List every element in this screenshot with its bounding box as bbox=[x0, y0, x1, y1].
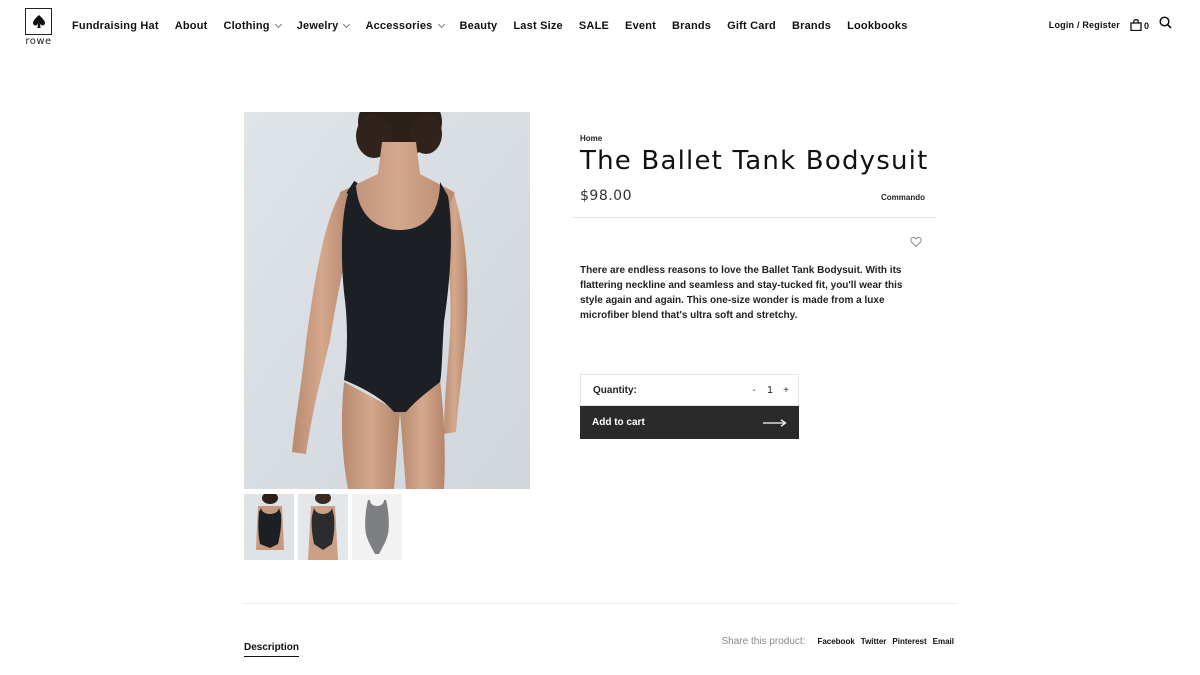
nav-label: Brands bbox=[791, 20, 832, 32]
add-to-cart-button[interactable]: Add to cart bbox=[580, 406, 799, 439]
search-button[interactable] bbox=[1159, 16, 1172, 34]
quantity-selector: Quantity: - 1 + bbox=[580, 374, 799, 406]
nav-label: Lookbooks bbox=[847, 20, 908, 32]
nav-item-jewelry[interactable]: Jewelry bbox=[296, 20, 351, 32]
cart-button[interactable]: 0 bbox=[1130, 19, 1149, 31]
nav-item-lookbooks[interactable]: Lookbooks bbox=[847, 20, 907, 32]
nav-label: Beauty bbox=[459, 20, 498, 32]
thumbnail-back[interactable] bbox=[298, 494, 348, 560]
nav-label: Gift Card bbox=[727, 20, 776, 32]
product-vendor[interactable]: Commando bbox=[881, 193, 925, 202]
share-email-link[interactable]: Email bbox=[933, 637, 954, 646]
quantity-input[interactable]: 1 bbox=[760, 385, 780, 396]
nav-item-event[interactable]: Event bbox=[625, 20, 656, 32]
nav-item-clothing[interactable]: Clothing bbox=[223, 20, 282, 32]
nav-label: SALE bbox=[578, 20, 610, 32]
spade-icon bbox=[25, 8, 52, 35]
main-nav: Fundraising Hat About Clothing Jewelry A… bbox=[72, 20, 924, 32]
nav-label: Brands bbox=[672, 20, 712, 32]
share-facebook-link[interactable]: Facebook bbox=[817, 637, 854, 646]
share-pinterest-link[interactable]: Pinterest bbox=[892, 637, 926, 646]
nav-label: Event bbox=[625, 20, 656, 32]
quantity-label: Quantity: bbox=[593, 384, 637, 396]
divider bbox=[572, 217, 936, 218]
nav-label: Jewelry bbox=[296, 20, 339, 32]
nav-item-brands-2[interactable]: Brands bbox=[792, 20, 831, 32]
quantity-stepper: - 1 + bbox=[748, 385, 792, 396]
divider bbox=[244, 603, 956, 604]
arrow-right-icon bbox=[763, 418, 787, 427]
wishlist-heart-icon[interactable] bbox=[910, 235, 922, 248]
nav-label: Clothing bbox=[223, 20, 270, 32]
nav-label: Accessories bbox=[365, 20, 433, 32]
login-register-link[interactable]: Login / Register bbox=[1049, 20, 1120, 30]
nav-item-brands[interactable]: Brands bbox=[672, 20, 711, 32]
thumbnail-strip bbox=[244, 494, 402, 560]
chevron-down-icon bbox=[343, 20, 351, 29]
chevron-down-icon bbox=[437, 20, 445, 29]
site-header: rowe Fundraising Hat About Clothing Jewe… bbox=[0, 0, 1200, 56]
breadcrumb[interactable]: Home bbox=[580, 134, 935, 143]
share-label: Share this product: bbox=[721, 636, 806, 647]
bag-icon bbox=[1130, 19, 1142, 31]
nav-label: Last Size bbox=[513, 20, 563, 32]
quantity-decrease-button[interactable]: - bbox=[748, 385, 760, 396]
nav-item-last-size[interactable]: Last Size bbox=[513, 20, 563, 32]
product-description: There are endless reasons to love the Ba… bbox=[580, 265, 903, 321]
add-to-cart-label: Add to cart bbox=[592, 417, 645, 428]
nav-item-sale[interactable]: SALE bbox=[579, 20, 609, 32]
header-actions: Login / Register 0 bbox=[1049, 16, 1172, 34]
nav-item-accessories[interactable]: Accessories bbox=[365, 20, 445, 32]
tab-description[interactable]: Description bbox=[244, 642, 300, 657]
chevron-down-icon bbox=[274, 20, 282, 29]
nav-item-about[interactable]: About bbox=[175, 20, 208, 32]
product-price: $98.00 bbox=[580, 188, 632, 204]
price-row: $98.00 Commando bbox=[580, 188, 925, 204]
nav-label: About bbox=[174, 20, 208, 32]
quantity-increase-button[interactable]: + bbox=[780, 385, 792, 396]
nav-item-fundraising-hat[interactable]: Fundraising Hat bbox=[72, 20, 159, 32]
share-bar: Share this product: Facebook Twitter Pin… bbox=[722, 636, 955, 647]
search-icon bbox=[1159, 16, 1172, 29]
share-twitter-link[interactable]: Twitter bbox=[861, 637, 887, 646]
cart-count: 0 bbox=[1143, 21, 1149, 31]
product-title: The Ballet Tank Bodysuit bbox=[580, 146, 929, 176]
nav-label: Fundraising Hat bbox=[72, 20, 159, 32]
product-info: Home The Ballet Tank Bodysuit bbox=[580, 134, 935, 176]
thumbnail-front[interactable] bbox=[244, 494, 294, 560]
product-main-image[interactable] bbox=[244, 112, 530, 489]
logo[interactable]: rowe bbox=[25, 8, 52, 47]
nav-item-beauty[interactable]: Beauty bbox=[460, 20, 498, 32]
thumbnail-flat[interactable] bbox=[352, 494, 402, 560]
logo-text: rowe bbox=[25, 36, 52, 47]
nav-item-gift-card[interactable]: Gift Card bbox=[727, 20, 776, 32]
